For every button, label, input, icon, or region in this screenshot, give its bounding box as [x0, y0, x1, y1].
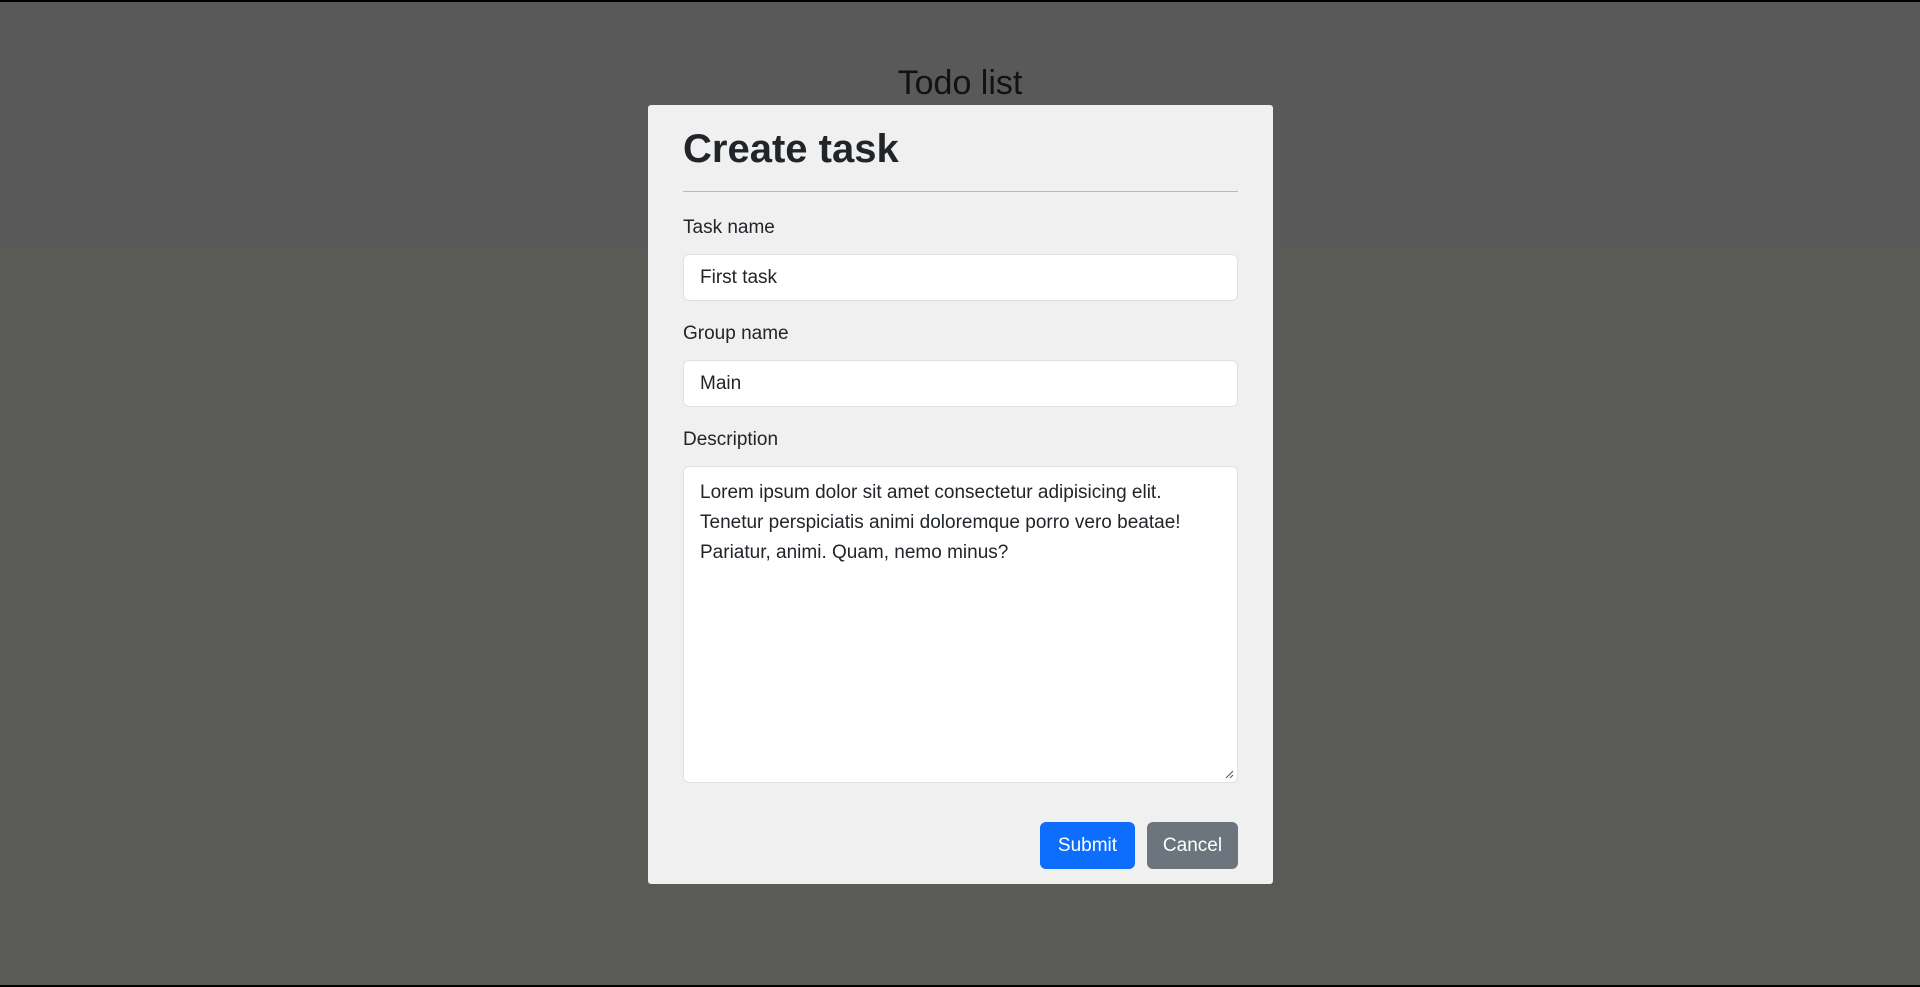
submit-button[interactable]: Submit [1040, 822, 1135, 869]
description-label: Description [683, 429, 779, 450]
page: Todo list Create task Task name Group na… [0, 2, 1920, 985]
group-name-label: Group name [683, 323, 789, 344]
group-name-input[interactable] [683, 360, 1238, 407]
cancel-button[interactable]: Cancel [1147, 822, 1238, 869]
task-name-input[interactable] [683, 254, 1238, 301]
description-textarea[interactable]: Lorem ipsum dolor sit amet consectetur a… [683, 466, 1238, 783]
task-name-label: Task name [683, 217, 775, 238]
resize-grip-icon[interactable] [1224, 769, 1234, 779]
create-task-modal: Create task Task name Group name Descrip… [648, 105, 1273, 884]
modal-title: Create task [683, 127, 899, 171]
modal-divider [683, 191, 1238, 192]
